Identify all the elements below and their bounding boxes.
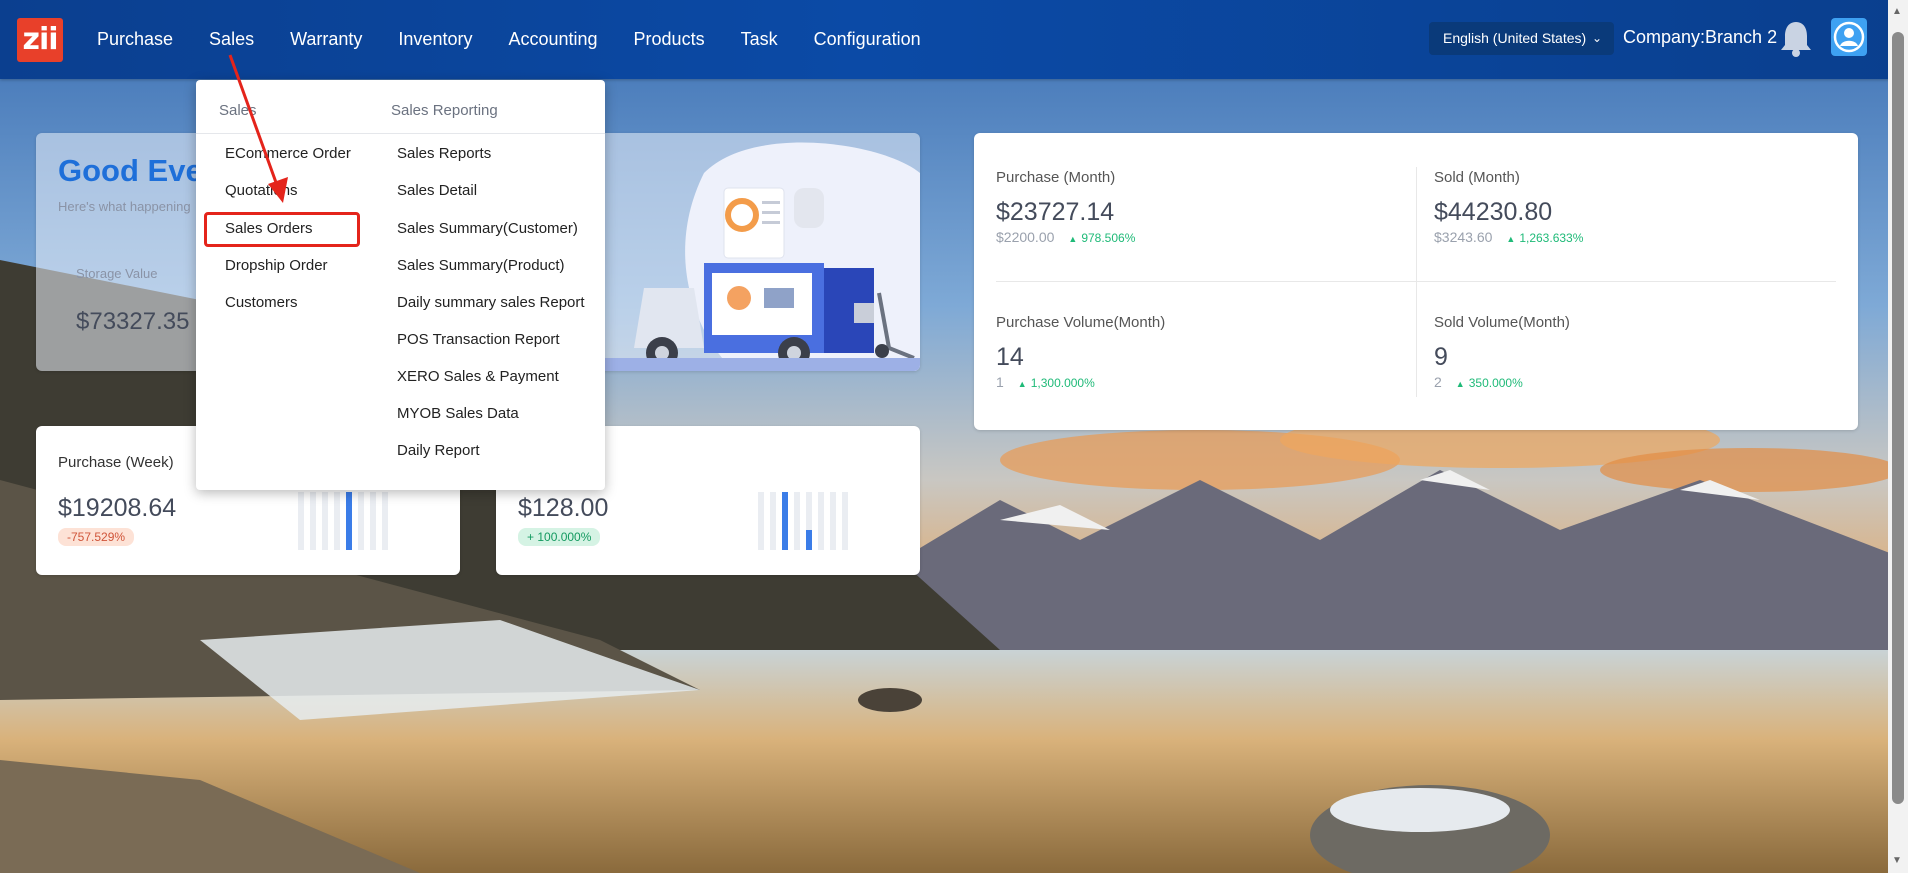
card-value: $19208.64	[58, 494, 177, 522]
annotation-highlight-box	[204, 212, 360, 247]
stat-label: Purchase (Month)	[996, 169, 1116, 186]
mini-bar	[322, 492, 328, 550]
top-navigation-bar: zii Purchase Sales Warranty Inventory Ac…	[0, 0, 1908, 79]
scrollbar-thumb[interactable]	[1892, 32, 1904, 804]
stat-change-up: 350.000%	[1456, 376, 1523, 390]
mini-bar	[770, 492, 776, 550]
divider	[1416, 167, 1417, 397]
divider	[996, 281, 1836, 282]
nav-products[interactable]: Products	[626, 29, 713, 50]
mini-bar	[818, 492, 824, 550]
storage-value-amount: $73327.35	[76, 308, 190, 335]
greeting-title: Good Eve	[58, 153, 203, 188]
chevron-down-icon: ⌄	[1591, 31, 1602, 45]
sales-reporting-section-header: Sales Reporting	[391, 102, 498, 119]
stat-sold-volume: Sold Volume(Month) 9 2 350.000%	[1434, 314, 1570, 390]
sales-section-header: Sales	[219, 102, 257, 119]
bell-icon[interactable]	[1778, 18, 1814, 58]
menu-item-sales-reports[interactable]: Sales Reports	[397, 145, 491, 162]
language-select-value: English (United States)	[1443, 30, 1587, 46]
language-select[interactable]: English (United States) ⌄	[1429, 22, 1614, 55]
sales-dropdown-menu: Sales Sales Reporting ECommerce Order Qu…	[196, 80, 605, 490]
stat-label: Sold (Month)	[1434, 169, 1520, 186]
card-value: $128.00	[518, 494, 609, 522]
stat-label: Sold Volume(Month)	[1434, 314, 1570, 331]
mini-bar	[382, 492, 388, 550]
mini-bar	[358, 492, 364, 550]
delivery-truck-illustration	[584, 142, 920, 371]
stat-previous: 1	[996, 374, 1004, 390]
nav-sales[interactable]: Sales	[201, 29, 262, 50]
mini-bar-chart	[758, 492, 848, 550]
mini-bar	[334, 492, 340, 550]
menu-item-daily-report[interactable]: Daily Report	[397, 442, 480, 459]
scroll-up-icon[interactable]: ▲	[1892, 6, 1902, 17]
divider	[196, 133, 605, 134]
company-label[interactable]: Company:Branch 2	[1623, 27, 1777, 48]
menu-item-sales-detail[interactable]: Sales Detail	[397, 182, 477, 199]
stat-previous: $3243.60	[1434, 229, 1493, 245]
menu-item-customers[interactable]: Customers	[225, 294, 298, 311]
stat-previous: 2	[1434, 374, 1442, 390]
stat-change-up: 978.506%	[1068, 231, 1135, 245]
menu-item-ecommerce-order[interactable]: ECommerce Order	[225, 145, 351, 162]
stat-value: 14	[996, 343, 1024, 371]
mini-bar	[758, 492, 764, 550]
storage-value-label: Storage Value	[76, 266, 158, 281]
menu-item-myob-sales-data[interactable]: MYOB Sales Data	[397, 405, 519, 422]
user-icon	[1833, 21, 1865, 53]
menu-item-sales-summary-customer[interactable]: Sales Summary(Customer)	[397, 220, 578, 237]
mini-bar	[806, 492, 812, 550]
mini-bar	[298, 492, 304, 550]
main-nav: Purchase Sales Warranty Inventory Accoun…	[89, 0, 949, 79]
monthly-stats-card: Purchase (Month) $23727.14 $2200.00 978.5…	[974, 133, 1858, 430]
nav-inventory[interactable]: Inventory	[390, 29, 480, 50]
nav-configuration[interactable]: Configuration	[806, 29, 929, 50]
card-label: Purchase (Week)	[58, 454, 174, 471]
mini-bar-chart	[298, 492, 388, 550]
user-avatar-button[interactable]	[1831, 18, 1867, 56]
nav-purchase[interactable]: Purchase	[89, 29, 181, 50]
menu-item-daily-summary-sales-report[interactable]: Daily summary sales Report	[397, 294, 585, 311]
scroll-down-icon[interactable]: ▼	[1892, 855, 1902, 866]
change-badge: + 100.000%	[518, 528, 601, 546]
stat-purchase-month: Purchase (Month) $23727.14 $2200.00 978.5…	[996, 169, 1135, 245]
menu-item-pos-transaction-report[interactable]: POS Transaction Report	[397, 331, 560, 348]
greeting-subtitle: Here's what happening	[58, 199, 191, 214]
stat-purchase-volume: Purchase Volume(Month) 14 1 1,300.000%	[996, 314, 1165, 390]
change-badge: -757.529%	[58, 528, 135, 546]
menu-item-sales-summary-product[interactable]: Sales Summary(Product)	[397, 257, 565, 274]
stat-value: $44230.80	[1434, 198, 1553, 226]
mini-bar	[830, 492, 836, 550]
stat-change-up: 1,263.633%	[1506, 231, 1583, 245]
stat-value: 9	[1434, 343, 1448, 371]
menu-item-quotations[interactable]: Quotations	[225, 182, 298, 199]
mini-bar	[842, 492, 848, 550]
stat-value: $23727.14	[996, 198, 1115, 226]
nav-warranty[interactable]: Warranty	[282, 29, 370, 50]
stat-label: Purchase Volume(Month)	[996, 314, 1166, 331]
mini-bar	[346, 492, 352, 550]
stat-change-up: 1,300.000%	[1018, 376, 1095, 390]
stat-sold-month: Sold (Month) $44230.80 $3243.60 1,263.633…	[1434, 169, 1583, 245]
app-logo[interactable]: zii	[17, 18, 63, 62]
nav-accounting[interactable]: Accounting	[500, 29, 605, 50]
mini-bar	[794, 492, 800, 550]
mini-bar	[370, 492, 376, 550]
mini-bar	[310, 492, 316, 550]
mini-bar	[782, 492, 788, 550]
menu-item-dropship-order[interactable]: Dropship Order	[225, 257, 328, 274]
nav-task[interactable]: Task	[733, 29, 786, 50]
menu-item-xero-sales-payment[interactable]: XERO Sales & Payment	[397, 368, 559, 385]
stat-previous: $2200.00	[996, 229, 1055, 245]
